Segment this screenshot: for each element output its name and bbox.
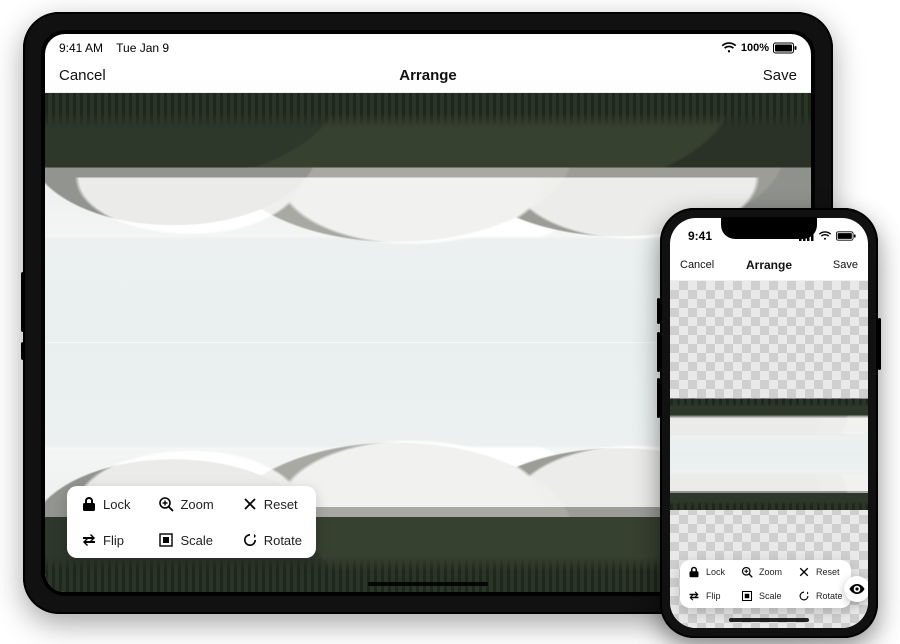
x-icon <box>242 496 258 512</box>
reset-button[interactable]: Reset <box>228 486 316 522</box>
flip-button[interactable]: Flip <box>680 584 733 608</box>
cancel-button[interactable]: Cancel <box>680 259 714 271</box>
zoom-in-icon <box>158 496 174 512</box>
flip-label: Flip <box>706 591 721 601</box>
status-time: 9:41 <box>688 229 712 243</box>
wifi-icon <box>818 231 832 241</box>
save-button[interactable]: Save <box>763 67 797 84</box>
rotate-label: Rotate <box>264 533 302 548</box>
home-indicator[interactable] <box>368 582 488 586</box>
wifi-icon <box>721 42 737 54</box>
swap-icon <box>688 590 700 602</box>
rotate-button[interactable]: Rotate <box>790 584 851 608</box>
iphone-canvas[interactable]: Lock Zoom Reset Flip <box>670 281 868 628</box>
page-title: Arrange <box>45 67 811 84</box>
lock-icon <box>81 496 97 512</box>
zoom-button[interactable]: Zoom <box>733 560 790 584</box>
zoom-label: Zoom <box>180 497 213 512</box>
rotate-icon <box>242 532 258 548</box>
rotate-label: Rotate <box>816 591 843 601</box>
rotate-button[interactable]: Rotate <box>228 522 316 558</box>
x-icon <box>798 566 810 578</box>
iphone-device: 9:41 Cancel Arrange Save <box>660 208 878 638</box>
zoom-label: Zoom <box>759 567 782 577</box>
iphone-tool-panel: Lock Zoom Reset Flip <box>680 560 851 608</box>
reset-label: Reset <box>816 567 840 577</box>
save-button[interactable]: Save <box>833 259 858 271</box>
reset-label: Reset <box>264 497 298 512</box>
rotate-icon <box>798 590 810 602</box>
scale-button[interactable]: Scale <box>144 522 227 558</box>
zoom-button[interactable]: Zoom <box>144 486 227 522</box>
status-date: Tue Jan 9 <box>116 41 169 55</box>
reset-button[interactable]: Reset <box>790 560 851 584</box>
swap-icon <box>81 532 97 548</box>
cancel-button[interactable]: Cancel <box>59 67 106 84</box>
battery-icon <box>773 42 797 54</box>
lock-label: Lock <box>103 497 130 512</box>
zoom-in-icon <box>741 566 753 578</box>
scale-icon <box>158 532 174 548</box>
scale-label: Scale <box>180 533 213 548</box>
ipad-tool-panel: Lock Zoom Reset <box>67 486 316 558</box>
image-layer[interactable] <box>670 399 868 510</box>
iphone-navbar: Cancel Arrange Save <box>670 250 868 281</box>
scale-button[interactable]: Scale <box>733 584 790 608</box>
scale-label: Scale <box>759 591 782 601</box>
lock-button[interactable]: Lock <box>680 560 733 584</box>
lock-label: Lock <box>706 567 725 577</box>
battery-percent: 100% <box>741 42 769 54</box>
flip-button[interactable]: Flip <box>67 522 144 558</box>
lock-icon <box>688 566 700 578</box>
flip-label: Flip <box>103 533 124 548</box>
ipad-status-bar: 9:41 AM Tue Jan 9 100% <box>45 34 811 58</box>
eye-icon <box>849 581 865 597</box>
scale-icon <box>741 590 753 602</box>
battery-icon <box>836 231 856 241</box>
notch <box>721 217 817 239</box>
lock-button[interactable]: Lock <box>67 486 144 522</box>
status-time: 9:41 AM <box>59 41 103 55</box>
home-indicator[interactable] <box>729 618 809 622</box>
ipad-navbar: Cancel Arrange Save <box>45 58 811 93</box>
preview-button[interactable] <box>844 576 868 602</box>
